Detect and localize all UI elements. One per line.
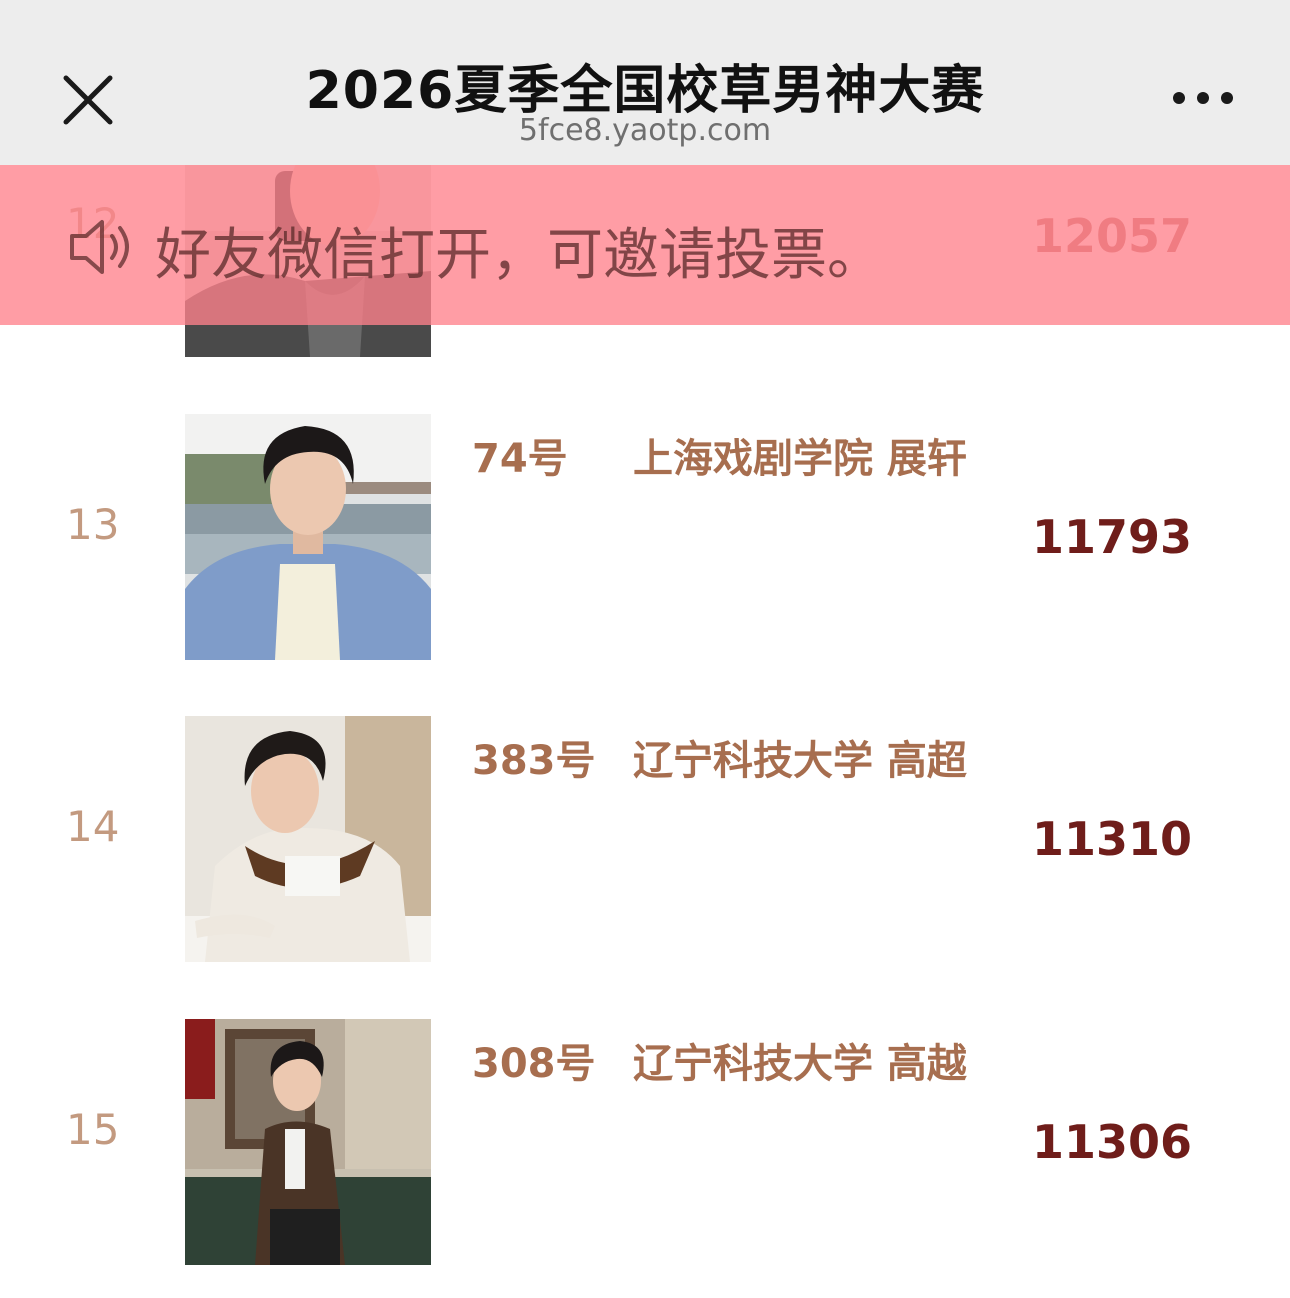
contestant-photo[interactable] <box>185 1019 431 1265</box>
page-title: 2026夏季全国校草男神大赛 <box>305 61 985 121</box>
contestant-photo-image <box>185 414 431 660</box>
close-icon <box>63 75 113 125</box>
ranking-row-14[interactable]: 14 383号 辽宁科技大学 高超 11310 <box>0 680 1290 982</box>
contestant-photo[interactable] <box>185 414 431 660</box>
close-button[interactable] <box>58 70 118 130</box>
notice-text: 好友微信打开，可邀请投票。 <box>155 223 883 288</box>
rank-number: 15 <box>66 1105 120 1154</box>
ranking-row-15[interactable]: 15 308号 辽宁科技大学 高越 11306 <box>0 983 1290 1285</box>
vote-count: 11310 <box>1031 812 1192 866</box>
page-url: 5fce8.yaotp.com <box>518 113 772 148</box>
rank-number: 14 <box>66 802 120 851</box>
entry-number: 74号 <box>472 436 568 482</box>
more-dots-icon <box>1173 92 1233 104</box>
top-navbar: 2026夏季全国校草男神大赛 5fce8.yaotp.com <box>0 0 1290 165</box>
vote-count: 11306 <box>1031 1115 1192 1169</box>
ranking-row-13[interactable]: 13 74号 上海戏剧学院 展轩 11793 <box>0 378 1290 680</box>
contestant-name: 上海戏剧学院 展轩 <box>633 436 967 482</box>
entry-number: 308号 <box>472 1041 596 1087</box>
entry-number: 383号 <box>472 738 596 784</box>
contestant-photo-image <box>185 1019 431 1265</box>
contestant-name: 辽宁科技大学 高超 <box>633 738 967 784</box>
contestant-name: 辽宁科技大学 高越 <box>633 1041 967 1087</box>
speaker-icon <box>66 214 136 280</box>
contestant-photo-image <box>185 716 431 962</box>
contestant-photo[interactable] <box>185 716 431 962</box>
rank-number: 13 <box>66 500 120 549</box>
vote-count: 11793 <box>1031 510 1192 564</box>
more-button[interactable] <box>1168 80 1238 120</box>
